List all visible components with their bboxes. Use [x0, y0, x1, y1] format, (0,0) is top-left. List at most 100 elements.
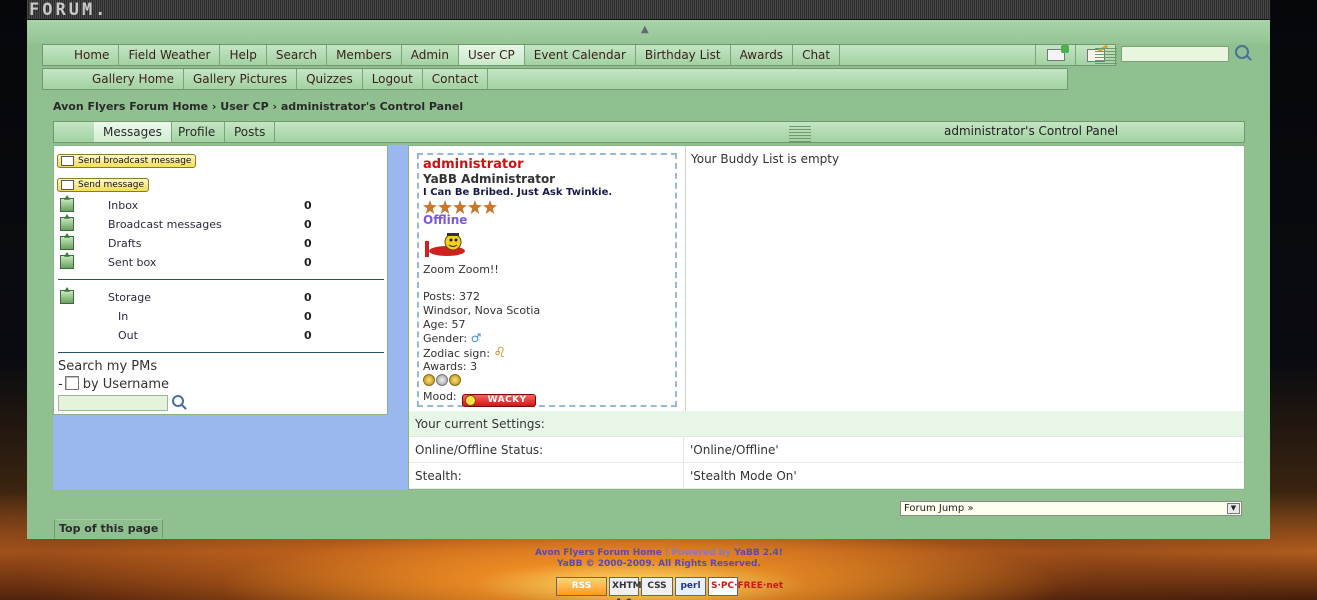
footer-copyright: YaBB © 2000-2009. All Rights Reserved. — [557, 559, 761, 569]
xhtml-badge[interactable]: XHTML 1.0 — [609, 577, 647, 600]
rss-badge[interactable]: RSS — [556, 577, 607, 596]
breadcrumb: Avon Flyers Forum Home › User CP › admin… — [53, 100, 464, 113]
broadcast-icon — [61, 156, 74, 166]
storage-out-row: Out 0 — [118, 329, 312, 342]
broadcast-folder-icon — [60, 217, 74, 231]
breadcrumb-current: administrator's Control Panel — [280, 100, 464, 113]
inbox-folder-icon — [60, 198, 74, 212]
award-medal-icon[interactable] — [423, 374, 435, 386]
user-location: Windsor, Nova Scotia — [423, 304, 541, 317]
top-of-page-link[interactable]: Top of this page — [54, 519, 164, 538]
male-icon: ♂ — [470, 331, 482, 345]
personal-text: Zoom Zoom!! — [423, 263, 499, 276]
user-gender: Gender: ♂ — [423, 331, 482, 345]
post-count: Posts: 372 — [423, 290, 480, 303]
search-pms-title: Search my PMs — [58, 359, 158, 374]
tab-corner-decoration — [789, 124, 811, 142]
divider — [58, 279, 384, 280]
forum-jump-select[interactable]: Forum Jump » ▼ — [900, 501, 1242, 516]
collapse-header-icon[interactable]: ▲ — [641, 24, 649, 35]
search-by-username: - by Username — [58, 376, 170, 392]
menu-item-logout[interactable]: Logout — [363, 69, 423, 89]
css-badge[interactable]: CSS — [641, 577, 673, 596]
user-tagline: I Can Be Bribed. Just Ask Twinkie. — [423, 187, 613, 198]
rank-stars — [423, 200, 497, 214]
panel-filler — [53, 415, 408, 490]
username-checkbox[interactable] — [64, 376, 79, 390]
username[interactable]: administrator — [423, 157, 523, 172]
perl-badge[interactable]: perl — [675, 577, 706, 596]
mood-face-icon — [465, 395, 477, 406]
menu-item-quizzes[interactable]: Quizzes — [297, 69, 363, 89]
profile-panel: administrator YaBB Administrator I Can B… — [408, 145, 1245, 490]
storage-in-row: In 0 — [118, 310, 312, 323]
menu-spacer — [840, 45, 1035, 65]
menu-item-help[interactable]: Help — [220, 45, 267, 65]
storage-icon — [60, 290, 74, 304]
user-zodiac: Zodiac sign: ♌ — [423, 345, 507, 361]
menu-item-chat[interactable]: Chat — [793, 45, 841, 65]
footer-forum-link[interactable]: Avon Flyers Forum Home — [535, 548, 662, 558]
search-icon[interactable] — [172, 395, 184, 407]
tab-messages[interactable]: Messages — [94, 122, 172, 142]
user-profile-card: administrator YaBB Administrator I Can B… — [417, 153, 677, 407]
menu-item-home[interactable]: Home — [65, 45, 120, 65]
settings-row: Online/Offline Status: 'Online/Offline' — [409, 437, 1244, 463]
menu-item-field-weather[interactable]: Field Weather — [119, 45, 221, 65]
online-status: Offline — [423, 213, 468, 227]
message-icon — [61, 180, 74, 190]
award-medal-icon[interactable] — [449, 374, 461, 386]
menu-item-contact[interactable]: Contact — [423, 69, 489, 89]
current-settings: Your current Settings: Online/Offline St… — [409, 411, 1244, 489]
settings-row: Stealth: 'Stealth Mode On' — [409, 463, 1244, 489]
menu-item-event-calendar[interactable]: Event Calendar — [525, 45, 636, 65]
menu-item-search[interactable]: Search — [267, 45, 328, 65]
footer-credits: Avon Flyers Forum Home | Powered by YaBB… — [535, 548, 783, 558]
tab-profile[interactable]: Profile — [169, 122, 226, 142]
folder-inbox[interactable]: Inbox 0 — [58, 198, 338, 216]
envelope-icon — [1046, 45, 1069, 61]
menu-item-gallery-home[interactable]: Gallery Home — [83, 69, 184, 89]
avatar — [425, 233, 465, 257]
storage-row: Storage 0 — [58, 290, 338, 308]
spc-free-badge[interactable]: S·PC·FREE·net — [708, 577, 783, 596]
folder-sent[interactable]: Sent box 0 — [58, 255, 338, 273]
menu-item-admin[interactable]: Admin — [402, 45, 459, 65]
award-icons — [423, 374, 461, 386]
breadcrumb-home[interactable]: Avon Flyers Forum Home — [53, 100, 208, 113]
send-broadcast-button[interactable]: Send broadcast message — [57, 154, 197, 168]
star-icon — [468, 200, 482, 214]
tab-posts[interactable]: Posts — [225, 122, 276, 142]
menu-item-user-cp[interactable]: User CP — [458, 45, 525, 65]
folder-drafts[interactable]: Drafts 0 — [58, 236, 338, 254]
menu-item-birthday-list[interactable]: Birthday List — [636, 45, 731, 65]
divider — [58, 352, 384, 353]
menu-item-awards[interactable]: Awards — [731, 45, 794, 65]
footer-badges: RSS XHTML 1.0 CSS perl S·PC·FREE·net — [556, 577, 783, 600]
star-icon — [483, 200, 497, 214]
folder-broadcast[interactable]: Broadcast messages 0 — [58, 217, 338, 235]
drafts-folder-icon — [60, 236, 74, 250]
user-awards: Awards: 3 — [423, 360, 478, 373]
pm-search-input[interactable] — [58, 395, 168, 411]
main-menu-row-2: Gallery Home Gallery Pictures Quizzes Logou… — [42, 68, 1068, 90]
menu-item-members[interactable]: Members — [327, 45, 402, 65]
forum-header-bar: FORUM. — [27, 0, 1270, 20]
column-divider — [685, 146, 686, 411]
send-message-button[interactable]: Send message — [57, 178, 149, 192]
cp-tab-bar: Messages Profile Posts administrator's C… — [53, 121, 1245, 143]
star-icon — [438, 200, 452, 214]
search-input[interactable] — [1121, 46, 1229, 62]
search-icon[interactable] — [1235, 45, 1249, 59]
panel-spacer — [388, 145, 408, 415]
new-message-icon[interactable] — [1035, 45, 1075, 65]
breadcrumb-user-cp[interactable]: User CP — [220, 100, 268, 113]
chevron-down-icon[interactable]: ▼ — [1227, 503, 1240, 514]
award-medal-icon[interactable] — [436, 374, 448, 386]
footer-yabb-link[interactable]: YaBB 2.4! — [734, 548, 783, 558]
user-age: Age: 57 — [423, 318, 466, 331]
leo-zodiac-icon: ♌ — [493, 345, 507, 361]
menu-item-gallery-pictures[interactable]: Gallery Pictures — [184, 69, 298, 89]
mood-badge: WACKY — [462, 394, 537, 407]
user-mood: Mood: WACKY — [423, 390, 537, 407]
